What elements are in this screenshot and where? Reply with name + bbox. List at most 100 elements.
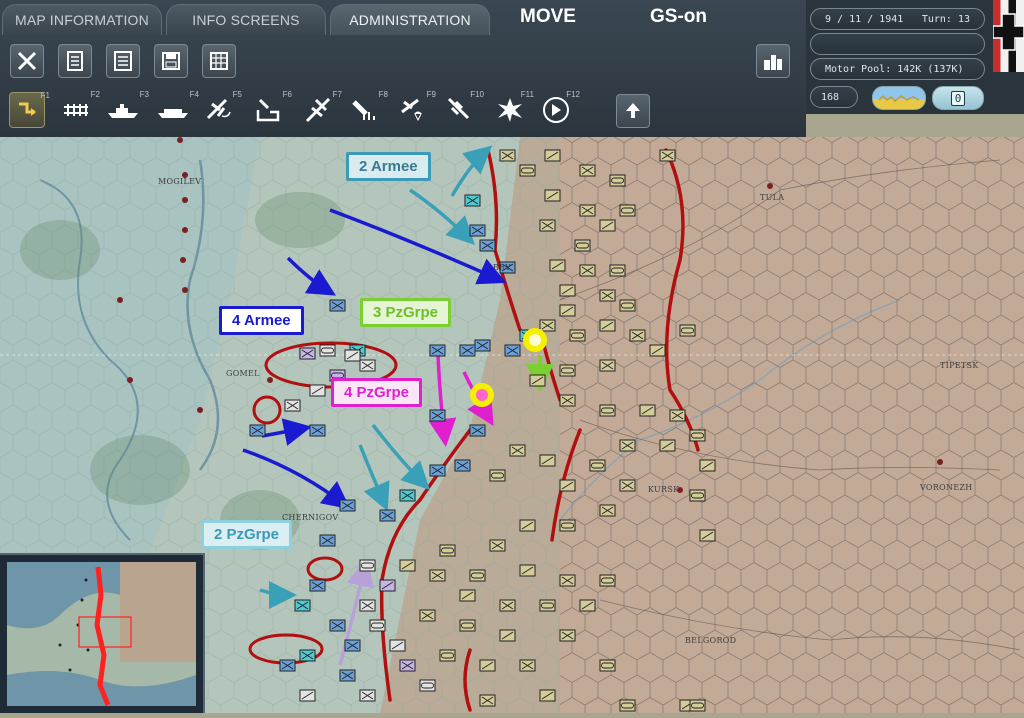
ship-icon [108, 104, 138, 118]
fkey-label: F4 [189, 90, 199, 99]
unit-counter[interactable] [689, 489, 706, 502]
unit-counter[interactable] [599, 574, 616, 587]
upload-button[interactable] [616, 94, 650, 128]
mode-move[interactable]: MOVE [520, 6, 576, 28]
unit-counter[interactable] [619, 299, 636, 312]
tab-map-information[interactable]: MAP INFORMATION [2, 4, 162, 35]
weather-icon [878, 94, 920, 103]
city-marker[interactable] [180, 257, 186, 263]
unit-counter[interactable] [369, 619, 386, 632]
city-gomel[interactable]: GOMEL [226, 369, 260, 378]
empty-field [810, 33, 985, 55]
unit-counter[interactable] [569, 329, 586, 342]
unit-counter[interactable] [439, 544, 456, 557]
unit-counter[interactable] [599, 659, 616, 672]
counter-text: 168 [821, 91, 840, 103]
city-bry[interactable]: BRY [493, 263, 511, 272]
unit-counter[interactable] [589, 459, 606, 472]
unit-counter[interactable] [619, 204, 636, 217]
list-button[interactable] [106, 44, 140, 78]
f9-paradrop-button[interactable]: F9 [394, 90, 436, 128]
unit-counter[interactable] [419, 679, 436, 692]
city-marker[interactable] [117, 297, 123, 303]
minimap[interactable] [0, 553, 205, 713]
city-marker[interactable] [177, 137, 183, 143]
close-button[interactable] [10, 44, 44, 78]
unit-counter[interactable] [574, 239, 591, 252]
unit-counter[interactable] [469, 569, 486, 582]
city-marker[interactable] [127, 377, 133, 383]
f3-naval-button[interactable]: F3 [103, 90, 149, 128]
unit-counter[interactable] [459, 619, 476, 632]
city-mogilev[interactable]: MOGILEV [158, 177, 201, 186]
fkey-label: F10 [470, 90, 484, 99]
unit-counter[interactable] [599, 404, 616, 417]
date-turn-field: 9 / 11 / 1941 Turn: 13 [810, 8, 985, 30]
explosion-icon [498, 98, 522, 122]
report-icon [67, 51, 83, 71]
city-tula[interactable]: TULA [760, 193, 784, 202]
city-marker[interactable] [267, 377, 273, 383]
move-arrow-icon [19, 102, 36, 116]
fkey-label: F11 [520, 90, 534, 99]
tab-info-screens[interactable]: INFO SCREENS [166, 4, 326, 35]
toggle-button[interactable]: 0 [932, 86, 984, 110]
unit-counter[interactable] [319, 344, 336, 357]
grid-button[interactable] [202, 44, 236, 78]
production-button[interactable] [756, 44, 790, 78]
mode-gs[interactable]: GS-on [650, 6, 707, 28]
city-marker[interactable] [767, 183, 773, 189]
city-tipetsk[interactable]: TIPETSK [940, 361, 979, 370]
transport-ship-icon [158, 109, 188, 118]
unit-counter[interactable] [609, 264, 626, 277]
city-marker[interactable] [182, 287, 188, 293]
unit-counter[interactable] [689, 699, 706, 712]
unit-counter[interactable] [359, 559, 376, 572]
unit-counter[interactable] [679, 324, 696, 337]
fkey-label: F8 [378, 90, 388, 99]
f10-air-strike-button[interactable]: F10 [442, 90, 484, 128]
f6-unload-button[interactable]: F6 [250, 90, 292, 128]
city-belgorod[interactable]: BELGOROD [685, 636, 736, 645]
fkey-label: F1 [40, 91, 50, 100]
unit-counter[interactable] [519, 164, 536, 177]
city-marker[interactable] [182, 227, 188, 233]
city-voronezh[interactable]: VORONEZH [919, 483, 973, 492]
date-text: 9 / 11 / 1941 [825, 13, 904, 25]
unit-counter[interactable] [609, 174, 626, 187]
f12-next-unit-button[interactable]: F12 [538, 90, 580, 128]
f11-attack-button[interactable]: F11 [492, 90, 534, 128]
report-button[interactable] [58, 44, 92, 78]
minimap-view[interactable] [0, 555, 203, 713]
label-4-pzgrpe: 4 PzGrpe [331, 378, 423, 407]
f4-transport-ship-button[interactable]: F4 [153, 90, 199, 128]
f1-move-button[interactable]: F1 [9, 91, 50, 128]
city-marker[interactable] [182, 197, 188, 203]
label-2-armee: 2 Armee [346, 152, 431, 181]
air-recon-icon [206, 98, 231, 120]
bomb-icon [352, 100, 375, 120]
weather-indicator[interactable] [872, 86, 926, 110]
unit-counter[interactable] [689, 429, 706, 442]
fkey-label: F9 [426, 90, 436, 99]
city-kursk[interactable]: KURSK [648, 485, 680, 494]
tab-administration[interactable]: ADMINISTRATION [330, 4, 490, 35]
unit-counter[interactable] [619, 699, 636, 712]
air-strike-icon [447, 97, 470, 120]
save-button[interactable] [154, 44, 188, 78]
f8-bombard-button[interactable]: F8 [346, 90, 388, 128]
turn-text: Turn: 13 [921, 13, 970, 25]
f5-air-recon-button[interactable]: F5 [200, 90, 242, 128]
up-arrow-icon [626, 103, 640, 118]
f2-rail-button[interactable]: F2 [58, 90, 100, 128]
f7-air-transport-button[interactable]: F7 [300, 90, 342, 128]
counter-field: 168 [810, 86, 858, 108]
unit-counter[interactable] [559, 364, 576, 377]
unit-counter[interactable] [439, 649, 456, 662]
city-marker[interactable] [937, 459, 943, 465]
unit-counter[interactable] [539, 599, 556, 612]
city-marker[interactable] [197, 407, 203, 413]
unit-counter[interactable] [559, 519, 576, 532]
unit-counter[interactable] [489, 469, 506, 482]
list-icon [114, 51, 132, 71]
